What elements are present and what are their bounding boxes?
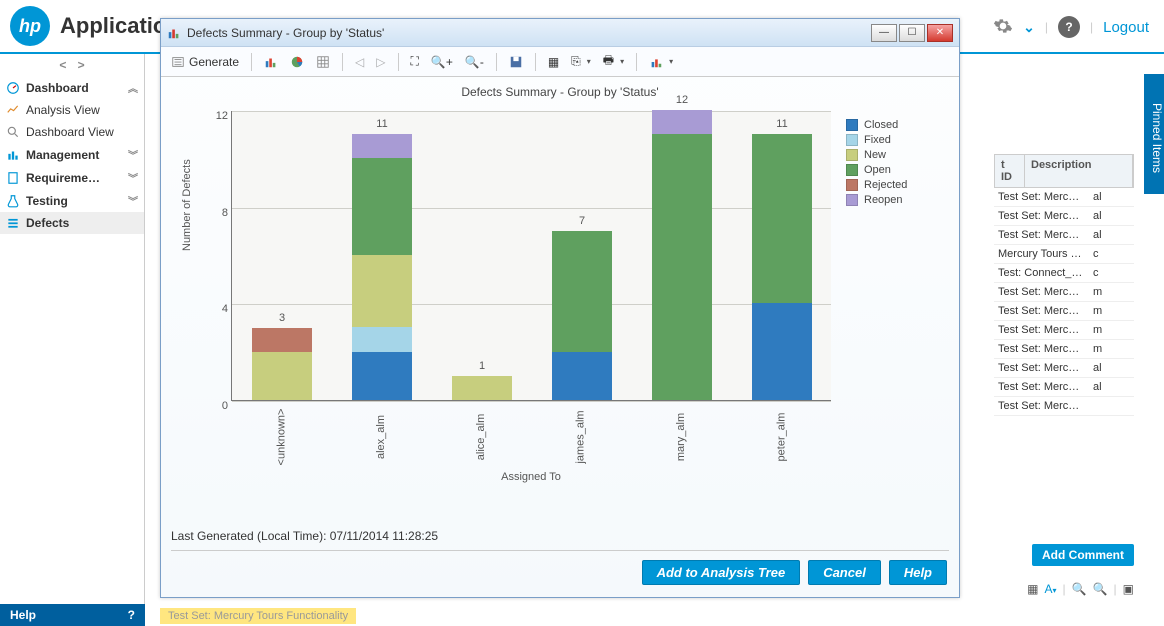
gauge-icon — [6, 81, 20, 95]
bar-peter_alm: 11 — [752, 134, 812, 400]
dialog-titlebar[interactable]: Defects Summary - Group by 'Status' — ☐ … — [161, 19, 959, 47]
nav-next-button[interactable]: ▷ — [372, 53, 389, 71]
dialog-title: Defects Summary - Group by 'Status' — [187, 26, 384, 40]
add-comment-button[interactable]: Add Comment — [1032, 544, 1134, 566]
bottom-toolbar: ▦ A▾ | 🔍 🔍 | ▣ — [1027, 582, 1134, 596]
layout-icon[interactable]: ▣ — [1123, 582, 1134, 596]
settings-dropdown[interactable]: ⌄ — [1023, 19, 1035, 36]
bar-mary_alm: 12 — [652, 110, 712, 400]
hp-logo: hp — [10, 6, 50, 46]
bar-chart-button[interactable] — [260, 53, 282, 71]
copy-button[interactable]: ⎘▾ — [567, 52, 595, 71]
legend-reopen: Reopen — [846, 194, 907, 206]
zoom-in-icon[interactable]: 🔍 — [1072, 582, 1087, 596]
bar-alex_alm: 11 — [352, 134, 412, 400]
help-icon[interactable]: ? — [1058, 16, 1080, 38]
sidebar-analysis-view[interactable]: Analysis View — [0, 99, 144, 121]
legend-fixed: Fixed — [846, 134, 907, 146]
separator: | — [1045, 20, 1048, 34]
grid-view-button[interactable] — [312, 53, 334, 71]
pinned-items-tab[interactable]: Pinned Items — [1144, 74, 1164, 194]
flask-icon — [6, 194, 20, 208]
status-strip: Test Set: Mercury Tours Functionality — [160, 608, 356, 624]
cancel-button[interactable]: Cancel — [808, 560, 881, 585]
sidebar-dashboard-view[interactable]: Dashboard View — [0, 121, 144, 143]
chart-title: Defects Summary - Group by 'Status' — [171, 85, 949, 99]
table-row[interactable]: Test Set: Mercur…m — [994, 321, 1134, 340]
last-generated-label: Last Generated (Local Time): 07/11/2014 … — [171, 529, 438, 543]
layout-button[interactable]: ▦ — [544, 53, 563, 71]
nav-forward-icon[interactable]: > — [78, 58, 85, 72]
save-button[interactable] — [505, 53, 527, 71]
gear-icon[interactable] — [993, 16, 1013, 39]
x-axis-label: Assigned To — [231, 471, 831, 483]
bars-icon — [6, 148, 20, 162]
help-button[interactable]: Help — [889, 560, 947, 585]
minimize-button[interactable]: — — [871, 24, 897, 42]
bar-james_alm: 7 — [552, 231, 612, 400]
zoom-out-button[interactable]: 🔍- — [461, 53, 488, 71]
options-button[interactable]: ▾ — [645, 53, 677, 71]
table-row[interactable]: Test Set: Mercur…m — [994, 283, 1134, 302]
legend-rejected: Rejected — [846, 179, 907, 191]
list-icon — [6, 216, 20, 230]
print-button[interactable]: 🖶▾ — [599, 49, 628, 74]
format-icon[interactable]: A▾ — [1044, 582, 1056, 596]
nav-prev-button[interactable]: ◁ — [351, 53, 368, 71]
chart-plot: 04812311171211 — [231, 111, 831, 401]
clipboard-icon — [6, 171, 20, 185]
sidebar-requirements[interactable]: Requireme… ︾ — [0, 166, 144, 189]
table-row[interactable]: Test Set: Mercur…al — [994, 359, 1134, 378]
chart-legend: Closed Fixed New Open Rejected Reopen — [846, 119, 907, 209]
separator: | — [1090, 20, 1093, 34]
chart-line-icon — [6, 103, 20, 117]
sidebar-defects[interactable]: Defects — [0, 212, 144, 234]
table-row[interactable]: Test Set: Mercur…m — [994, 302, 1134, 321]
table-row[interactable]: Test Set: Mercur…al — [994, 378, 1134, 397]
generate-icon — [171, 55, 185, 69]
y-axis-label: Number of Defects — [181, 159, 193, 251]
add-to-analysis-tree-button[interactable]: Add to Analysis Tree — [642, 560, 801, 585]
legend-open: Open — [846, 164, 907, 176]
table-row[interactable]: Test Set: Mercur…al — [994, 188, 1134, 207]
close-button[interactable]: ✕ — [927, 24, 953, 42]
fullscreen-button[interactable]: ⛶ — [407, 52, 423, 71]
zoom-in-button[interactable]: 🔍+ — [427, 53, 457, 71]
app-title: Applicatio — [60, 13, 166, 39]
bar-alice_alm: 1 — [452, 376, 512, 400]
table-row[interactable]: Mercury Tours si…c — [994, 245, 1134, 264]
sidebar-testing[interactable]: Testing ︾ — [0, 189, 144, 212]
sidebar-dashboard[interactable]: Dashboard ︽ — [0, 76, 144, 99]
dialog-toolbar: Generate ◁ ▷ ⛶ 🔍+ 🔍- ▦ ⎘▾ 🖶▾ ▾ — [161, 47, 959, 77]
sidebar-management[interactable]: Management ︾ — [0, 143, 144, 166]
chart-icon — [167, 26, 181, 40]
grid-icon[interactable]: ▦ — [1027, 582, 1038, 596]
table-row[interactable]: Test Set: Mercur…al — [994, 207, 1134, 226]
col-desc-header[interactable]: Description — [1025, 155, 1133, 187]
legend-new: New — [846, 149, 907, 161]
logout-link[interactable]: Logout — [1103, 19, 1149, 36]
magnifier-icon — [6, 125, 20, 139]
pie-chart-button[interactable] — [286, 53, 308, 71]
table-row[interactable]: Test Set: Mercur… — [994, 397, 1134, 416]
generate-button[interactable]: Generate — [167, 53, 243, 71]
zoom-out-icon[interactable]: 🔍 — [1093, 582, 1108, 596]
bar-<unknown>: 3 — [252, 328, 312, 401]
table-row[interactable]: Test Set: Mercur…al — [994, 226, 1134, 245]
defects-summary-dialog: Defects Summary - Group by 'Status' — ☐ … — [160, 18, 960, 598]
maximize-button[interactable]: ☐ — [899, 24, 925, 42]
sidebar: < > Dashboard ︽ Analysis View Dashboard … — [0, 54, 145, 626]
nav-back-icon[interactable]: < — [59, 58, 66, 72]
background-table: t ID Description Test Set: Mercur…alTest… — [994, 154, 1134, 416]
legend-closed: Closed — [846, 119, 907, 131]
help-bar[interactable]: Help? — [0, 604, 145, 626]
col-id-header[interactable]: t ID — [995, 155, 1025, 187]
table-row[interactable]: Test Set: Mercur…m — [994, 340, 1134, 359]
table-row[interactable]: Test: Connect_Si…c — [994, 264, 1134, 283]
